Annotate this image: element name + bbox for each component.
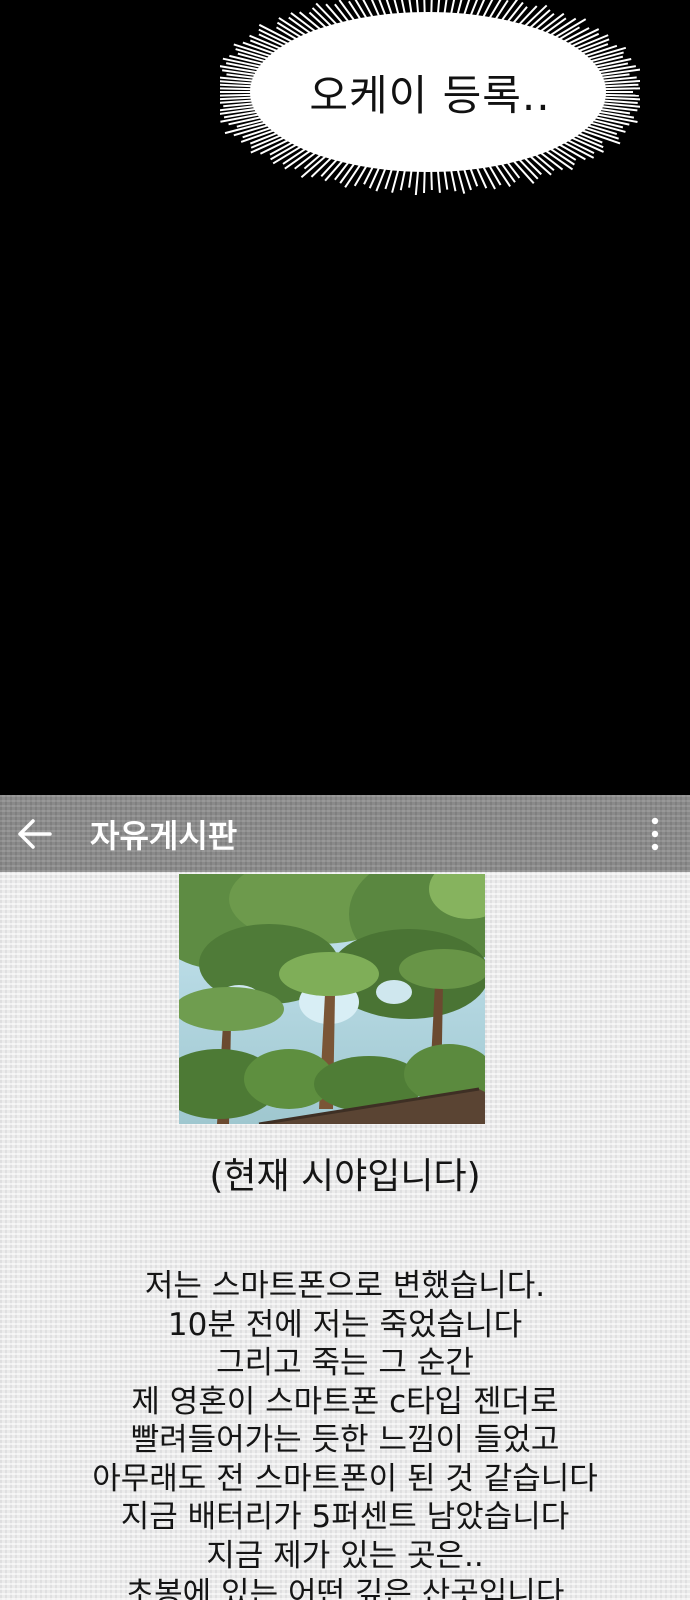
more-options-button[interactable] (640, 795, 670, 872)
app-bar: 자유게시판 (0, 795, 690, 872)
speech-bubble-text: 오케이 등록.. (309, 71, 551, 120)
forest-photo (179, 874, 485, 1124)
post-line: 초봉에 있는 어떤 깊은 산곳입니다 (125, 1576, 565, 1600)
post-line: 아무래도 전 스마트폰이 된 것 같습니다 (92, 1460, 598, 1497)
post-line: 지금 배터리가 5퍼센트 남았습니다 (120, 1499, 570, 1535)
board-title: 자유게시판 (90, 816, 238, 855)
arrow-left-icon (18, 818, 52, 849)
post-line: 저는 스마트폰으로 변했습니다. (144, 1268, 546, 1304)
post-line: 10분 전에 저는 죽었습니다 (167, 1306, 523, 1343)
post-line: 그리고 죽는 그 순간 (216, 1345, 474, 1381)
post-body: 저는 스마트폰으로 변했습니다. 10분 전에 저는 죽었습니다 그리고 죽는 … (0, 1267, 690, 1600)
back-button[interactable] (0, 795, 70, 872)
post-line: 제 영혼이 스마트폰 c타입 젠더로 (131, 1383, 559, 1420)
comic-panel-black: 오케이 등록.. (0, 0, 690, 795)
post-line: 지금 제가 있는 곳은.. (206, 1537, 484, 1574)
phone-screen: 자유게시판 (현재 시야입니다) 저는 스마트폰으로 변했습니다. 10분 전에… (0, 795, 690, 1600)
more-vertical-icon (651, 817, 659, 850)
speech-bubble: 오케이 등록.. (220, 0, 640, 195)
post-line: 빨려들어가는 듯한 느낌이 들었고 (130, 1422, 560, 1458)
image-caption: (현재 시야입니다) (209, 1156, 481, 1197)
post-image (179, 874, 485, 1124)
